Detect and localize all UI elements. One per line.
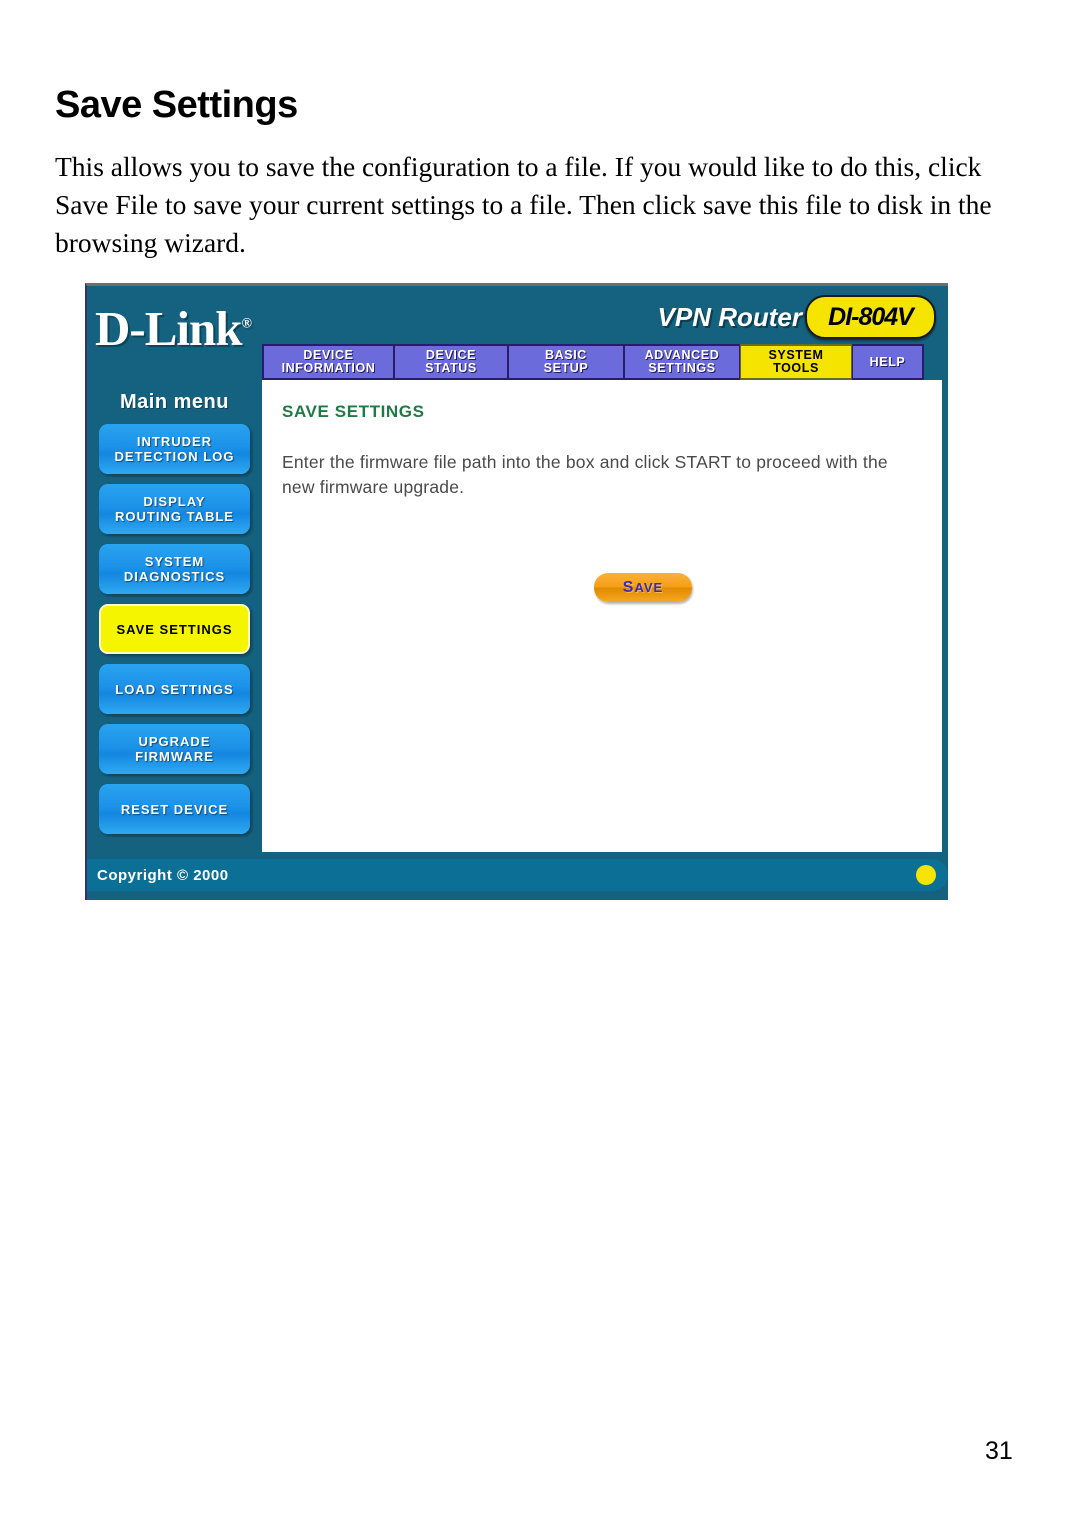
dlink-logo-text: D-Link bbox=[95, 301, 243, 356]
nav-tab-device-information[interactable]: DEVICE INFORMATION bbox=[262, 344, 394, 380]
router-header: D-Link® VPN Router DI-804V bbox=[87, 286, 948, 353]
registered-mark-icon: ® bbox=[241, 316, 253, 332]
model-badge: DI-804V bbox=[805, 295, 936, 339]
sidebar-item-intruder-detection-log[interactable]: INTRUDER DETECTION LOG bbox=[99, 424, 250, 474]
sidebar-item-load-settings[interactable]: LOAD SETTINGS bbox=[99, 664, 250, 714]
nav-tab-basic-setup[interactable]: BASIC SETUP bbox=[508, 344, 624, 380]
page-number: 31 bbox=[985, 1437, 1013, 1465]
page-title: Save Settings bbox=[55, 84, 298, 126]
content-description: Enter the firmware file path into the bo… bbox=[282, 452, 888, 497]
sidebar-item-system-diagnostics[interactable]: SYSTEM DIAGNOSTICS bbox=[99, 544, 250, 594]
sidebar-item-reset-device[interactable]: RESET DEVICE bbox=[99, 784, 250, 834]
sidebar: Main menu INTRUDER DETECTION LOG DISPLAY … bbox=[87, 380, 262, 900]
save-button-label: SAVE bbox=[622, 578, 664, 596]
nav-tab-device-status[interactable]: DEVICE STATUS bbox=[394, 344, 508, 380]
page-body-paragraph: This allows you to save the configuratio… bbox=[55, 151, 992, 258]
footer-dot-icon bbox=[916, 865, 936, 885]
top-navigation-tabs: DEVICE INFORMATION DEVICE STATUS BASIC SET… bbox=[262, 344, 924, 380]
sidebar-item-display-routing-table[interactable]: DISPLAY ROUTING TABLE bbox=[99, 484, 250, 534]
model-badge-text: DI-804V bbox=[828, 302, 914, 331]
router-web-ui-screenshot: D-Link® VPN Router DI-804V DEVICE INFORM… bbox=[85, 283, 948, 900]
content-panel: SAVE SETTINGS Enter the firmware file pa… bbox=[262, 380, 942, 852]
nav-tab-system-tools[interactable]: SYSTEM TOOLS bbox=[740, 344, 852, 380]
content-heading: SAVE SETTINGS bbox=[282, 402, 425, 421]
copyright-text: Copyright © 2000 bbox=[97, 866, 229, 884]
product-label: VPN Router bbox=[657, 302, 802, 332]
sidebar-item-save-settings[interactable]: SAVE SETTINGS bbox=[99, 604, 250, 654]
sidebar-title: Main menu bbox=[120, 391, 229, 413]
sidebar-item-upgrade-firmware[interactable]: UPGRADE FIRMWARE bbox=[99, 724, 250, 774]
save-button[interactable]: SAVE bbox=[594, 573, 692, 602]
dlink-logo: D-Link® bbox=[95, 301, 253, 356]
footer-bar: Copyright © 2000 bbox=[87, 859, 948, 891]
sidebar-menu: INTRUDER DETECTION LOG DISPLAY ROUTING TA… bbox=[87, 424, 262, 834]
nav-tab-advanced-settings[interactable]: ADVANCED SETTINGS bbox=[624, 344, 740, 380]
nav-tab-help[interactable]: HELP bbox=[852, 344, 924, 380]
